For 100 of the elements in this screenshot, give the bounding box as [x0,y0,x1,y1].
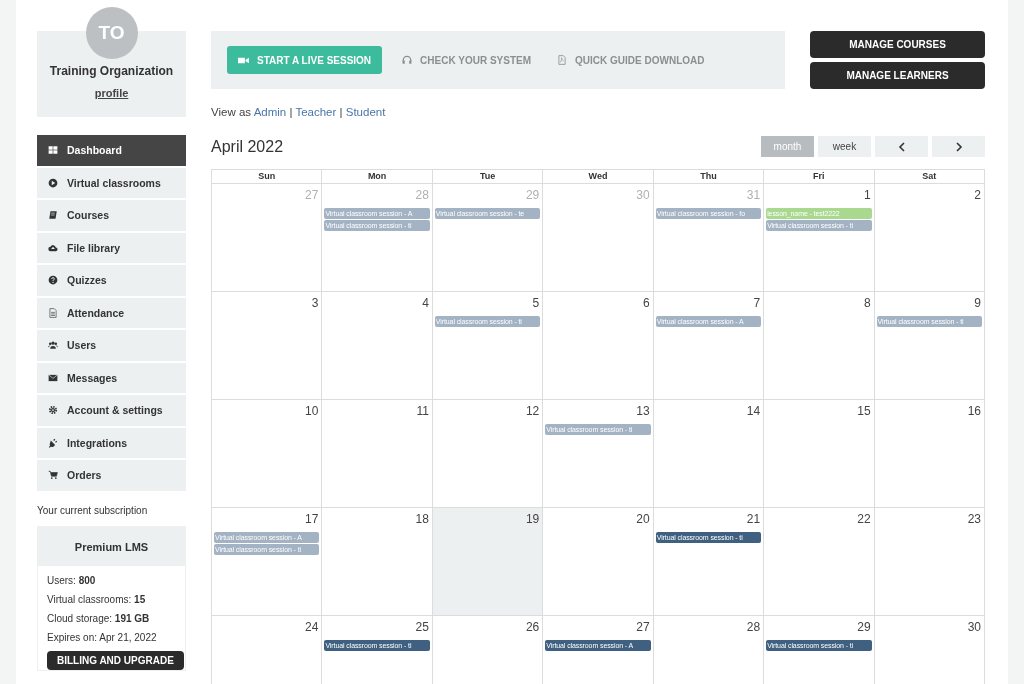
day-number: 18 [414,511,430,528]
view-as-text: View as Admin | Teacher | Student [211,106,387,118]
calendar-title: April 2022 [211,137,284,156]
day-cell[interactable]: 15 [764,400,875,508]
organization-name: Training Organization [49,64,174,78]
day-number: 10 [304,403,320,420]
day-number: 17 [304,511,320,528]
pdf-file-icon [557,55,568,65]
book-icon [48,210,58,221]
weekday-header: Mon [322,170,433,184]
next-button[interactable] [932,136,985,157]
day-number: 16 [966,403,982,420]
day-number: 13 [635,403,651,420]
day-number: 28 [414,187,430,204]
manage-button[interactable]: MANAGE COURSES [810,31,985,58]
day-number: 21 [745,511,762,528]
day-number: 30 [966,619,982,636]
day-cell[interactable]: 3 [212,292,323,400]
day-number: 23 [966,511,982,528]
view-toggle-button[interactable]: week [818,136,871,157]
day-cell[interactable]: 22 [764,508,875,616]
day-number: 24 [304,619,320,636]
question-circle-icon [48,275,58,286]
subscription-detail: Virtual classrooms: 15 [47,593,146,605]
day-cell[interactable]: 11 [322,400,433,508]
day-number: 6 [642,295,651,312]
day-number: 1 [862,187,872,204]
sidebar-item[interactable]: Dashboard [37,135,186,166]
play-circle-icon [48,177,58,188]
day-cell[interactable]: 16 [874,400,985,508]
sidebar-item[interactable]: Orders [37,460,186,491]
weekday-header: Fri [764,170,875,184]
weekday-header: Sat [874,170,985,184]
day-number: 3 [310,295,320,312]
grid-icon [48,145,58,156]
day-number: 12 [524,403,541,420]
weekday-header: Thu [653,170,765,184]
sidebar-item[interactable]: File library [37,232,186,263]
day-cell[interactable]: 20 [543,508,654,616]
chevron-right-icon [954,141,963,152]
day-cell[interactable]: 8 [764,292,875,400]
headset-icon [402,55,413,65]
cart-icon [48,470,58,481]
subscription-detail: Expires on: Apr 21, 2022 [47,631,157,643]
day-number: 7 [752,295,762,312]
day-number: 30 [635,187,651,204]
billing-button[interactable]: BILLING AND UPGRADE [47,650,184,670]
day-number: 9 [973,295,982,312]
day-cell[interactable]: 23 [874,508,985,616]
users-icon [48,340,58,351]
chevron-left-icon [897,141,906,152]
weekday-header: Tue [432,170,544,184]
day-number: 31 [745,187,762,204]
sidebar-item[interactable]: Virtual classrooms [37,167,186,198]
cloud-upload-icon [48,242,58,253]
day-number: 25 [414,619,430,636]
day-cell[interactable]: 18 [322,508,433,616]
day-number: 29 [524,187,541,204]
day-number: 27 [635,619,651,636]
day-number: 5 [531,295,541,312]
profile-link[interactable]: profile [94,87,129,99]
sidebar-item[interactable]: Users [37,330,186,361]
view-role-link[interactable]: Teacher [295,106,337,118]
day-cell[interactable]: 26 [432,616,544,684]
plan-name: Premium LMS [74,540,149,553]
view-role-link[interactable]: Admin [253,106,287,118]
manage-button[interactable]: MANAGE LEARNERS [810,62,985,89]
view-role-link[interactable]: Student [345,106,386,118]
subscription-label: Your current subscription [37,504,148,516]
sidebar-item[interactable]: Integrations [37,427,186,458]
sidebar-item[interactable]: Messages [37,362,186,393]
sidebar-item[interactable]: Quizzes [37,265,186,296]
day-number: 19 [524,511,541,528]
envelope-icon [48,372,58,383]
day-number: 27 [304,187,320,204]
sidebar-item[interactable]: Account & settings [37,395,186,426]
weekday-header: Sun [212,170,323,184]
day-cell[interactable]: 4 [322,292,433,400]
gear-icon [48,405,58,416]
sidebar-item[interactable]: Attendance [37,297,186,328]
day-number: 2 [973,187,982,204]
day-cell[interactable]: 6 [543,292,654,400]
weekday-header: Wed [543,170,654,184]
previous-button[interactable] [875,136,928,157]
day-number: 29 [856,619,872,636]
day-number: 26 [524,619,541,636]
day-cell[interactable]: 19 [432,508,544,616]
day-number: 20 [635,511,651,528]
day-number: 4 [421,295,430,312]
day-cell[interactable]: 2 [874,184,985,292]
day-cell[interactable]: 30 [874,616,985,684]
day-cell[interactable]: 10 [212,400,323,508]
day-number: 28 [745,619,762,636]
day-cell[interactable]: 28 [653,616,765,684]
day-cell[interactable]: 14 [653,400,765,508]
subscription-detail: Cloud storage: 191 GB [47,612,150,624]
day-number: 15 [856,403,872,420]
day-cell[interactable]: 24 [212,616,323,684]
sidebar-item[interactable]: Courses [37,200,186,231]
avatar: TO [85,7,138,59]
